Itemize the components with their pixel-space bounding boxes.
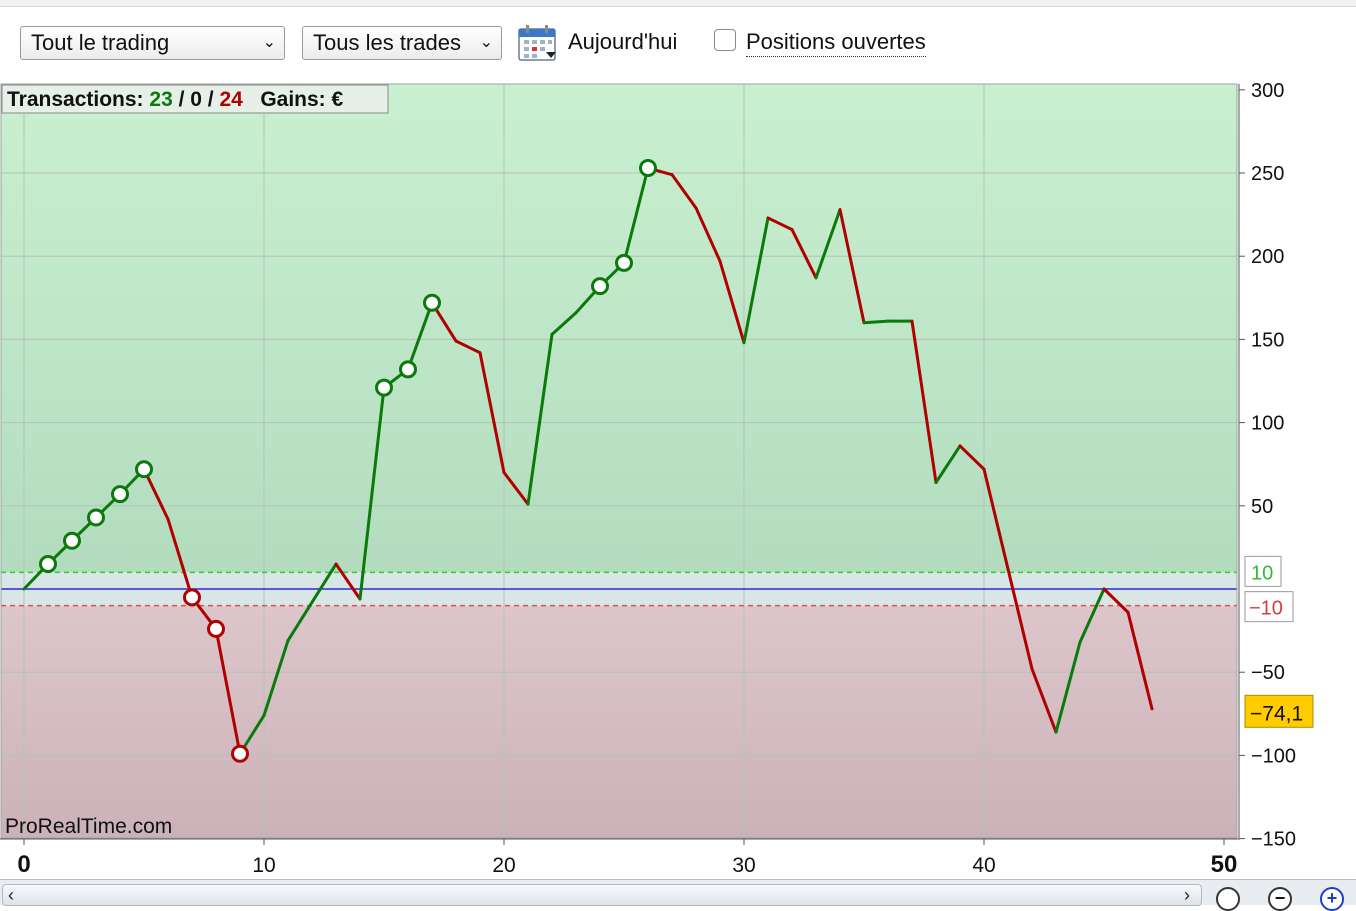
summary-losses: 24 (219, 88, 243, 111)
x-tick-label: 50 (1211, 851, 1238, 878)
y-tick-label: −50 (1251, 662, 1285, 684)
scroll-left-icon[interactable]: ‹ (8, 886, 14, 904)
y-tick-label: −100 (1251, 745, 1296, 767)
trades-filter-select[interactable]: Tous les trades ⌄ (302, 26, 502, 60)
summary-separator: / (202, 88, 220, 111)
equity-point-marker[interactable] (183, 588, 201, 607)
x-tick-label: 30 (732, 854, 755, 877)
scrollbar-track[interactable] (2, 884, 1202, 906)
summary-text: Transactions: 23 / 0 / 24 Gains: € (7, 88, 344, 111)
today-label[interactable]: Aujourd'hui (568, 28, 677, 56)
y-tick-label: 250 (1251, 163, 1284, 185)
y-tick-label: 200 (1251, 246, 1284, 268)
scroll-right-icon[interactable]: › (1184, 886, 1190, 904)
summary-wins: 23 (149, 88, 172, 111)
equity-point-marker[interactable] (39, 555, 57, 574)
equity-point-marker[interactable] (111, 485, 129, 504)
y-tick-label: −150 (1251, 829, 1296, 851)
y-tick-label: 150 (1251, 329, 1284, 351)
watermark-label: ProRealTime.com (5, 815, 172, 838)
x-tick-label: 10 (252, 854, 275, 877)
equity-point-marker[interactable] (87, 508, 105, 527)
equity-point-marker[interactable] (591, 277, 609, 296)
summary-transactions-label: Transactions: (7, 88, 149, 111)
zoom-out-button[interactable]: − (1268, 887, 1292, 911)
horizontal-scrollbar[interactable]: ‹ › − + (0, 879, 1356, 911)
equity-point-marker[interactable] (207, 619, 225, 638)
zoom-in-button[interactable]: + (1320, 887, 1344, 911)
equity-chart-svg: 30025020015010050−50−100−15010−10−74,10 1… (0, 80, 1314, 878)
equity-point-marker[interactable] (639, 159, 657, 178)
summary-neutral: 0 (190, 88, 202, 111)
equity-point-marker[interactable] (63, 531, 81, 550)
trades-filter-select-value: Tous les trades (313, 30, 461, 55)
summary-gains-label: Gains: (243, 88, 332, 111)
equity-point-marker[interactable] (399, 360, 417, 379)
gain-zone (1, 84, 1237, 573)
chevron-down-icon: ⌄ (262, 34, 276, 51)
x-tick-label: 0 (17, 851, 30, 878)
y-tick-label: 100 (1251, 413, 1284, 435)
zoom-in-label: + (1326, 888, 1338, 908)
lower-threshold-label: −10 (1249, 598, 1283, 620)
equity-point-marker[interactable] (231, 744, 249, 763)
y-tick-label: 300 (1251, 82, 1284, 102)
x-tick-label: 20 (492, 854, 515, 877)
equity-point-marker[interactable] (615, 253, 633, 272)
equity-point-marker[interactable] (375, 378, 393, 397)
toolbar: Tout le trading ⌄ Tous les trades ⌄ Aujo… (0, 6, 1356, 80)
x-tick-label: 40 (972, 854, 995, 877)
y-tick-label: 50 (1251, 496, 1273, 518)
calendar-icon[interactable] (518, 24, 558, 62)
open-positions-label[interactable]: Positions ouvertes (746, 28, 926, 57)
current-value-label: −74,1 (1250, 702, 1303, 725)
equity-segment (862, 319, 890, 325)
equity-point-marker[interactable] (135, 460, 153, 479)
zoom-out-label: − (1274, 888, 1286, 908)
trading-mode-select-value: Tout le trading (31, 30, 170, 55)
equity-chart: 300 250 200 150 100 50 −50 −100 −150 10 −10 −74,1 0 1… (0, 80, 1356, 879)
open-positions-checkbox[interactable] (714, 29, 736, 51)
chevron-down-icon: ⌄ (479, 34, 493, 51)
upper-threshold-label: 10 (1251, 562, 1273, 584)
summary-separator: / (173, 88, 191, 111)
magnifier-icon[interactable] (1216, 887, 1240, 911)
summary-currency: € (332, 88, 344, 111)
trading-mode-select[interactable]: Tout le trading ⌄ (20, 26, 285, 60)
equity-point-marker[interactable] (423, 293, 441, 312)
